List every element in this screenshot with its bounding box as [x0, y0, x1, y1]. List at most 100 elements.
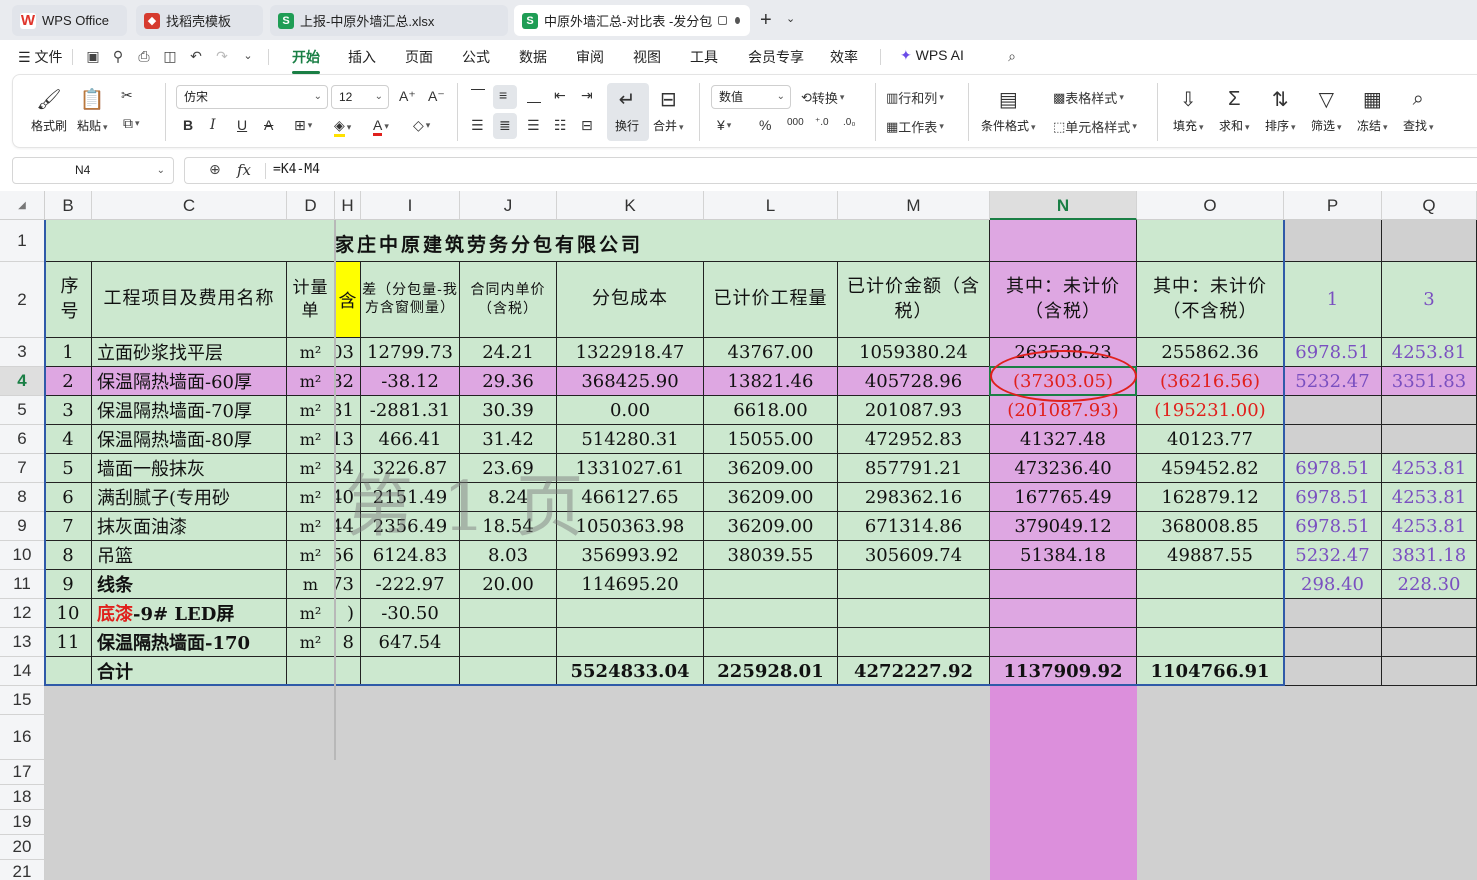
row-header-5[interactable]: 5	[0, 396, 45, 425]
row-header-12[interactable]: 12	[0, 599, 45, 628]
sheet-title-cell[interactable]: 家庄中原建筑劳务分包有限公司	[45, 220, 990, 262]
tab-member[interactable]: 会员专享	[748, 47, 804, 67]
tab-data[interactable]: 数据	[519, 47, 547, 67]
cell-m6[interactable]: 472952.83	[838, 425, 990, 454]
format-painter-button[interactable]: 🖌 格式刷	[31, 85, 67, 134]
cell-item7[interactable]: 墙面一般抹灰	[92, 454, 287, 483]
cell-unit3[interactable]: m²	[287, 338, 335, 367]
cell-q5[interactable]	[1382, 396, 1477, 425]
tab-wps-office[interactable]: W WPS Office	[12, 5, 127, 36]
wrap-button[interactable]: ↵ 换行	[613, 85, 641, 134]
cell-n9[interactable]: 379049.12	[990, 512, 1137, 541]
font-color-button[interactable]: A ▾	[373, 117, 389, 136]
cell-n13[interactable]	[990, 628, 1137, 657]
cell-item8[interactable]: 满刮腻子(专用砂	[92, 483, 287, 512]
align-middle-icon[interactable]: ≡	[499, 87, 507, 103]
currency-button[interactable]: ¥ ▾	[717, 117, 731, 133]
cut-icon[interactable]: ✂	[121, 87, 133, 104]
cell-n8[interactable]: 167765.49	[990, 483, 1137, 512]
cell-k9[interactable]: 1050363.98	[557, 512, 704, 541]
cell-item13[interactable]: 保温隔热墙面-170	[92, 628, 287, 657]
header-o[interactable]: 其中：未计价（不含税）	[1137, 262, 1284, 338]
column-header-h[interactable]: H	[335, 191, 361, 220]
total-j[interactable]	[460, 657, 557, 686]
cell-q3[interactable]: 4253.81	[1382, 338, 1477, 367]
row-header-1[interactable]: 1	[0, 220, 45, 262]
cell-o1[interactable]	[1137, 220, 1284, 262]
header-h[interactable]: 含	[335, 262, 361, 338]
cell-n5[interactable]: (201087.93)	[990, 396, 1137, 425]
column-header-c[interactable]: C	[92, 191, 287, 220]
cell-k8[interactable]: 466127.65	[557, 483, 704, 512]
cell-p6[interactable]	[1284, 425, 1382, 454]
row-header-19[interactable]: 19	[0, 810, 45, 835]
column-header-o[interactable]: O	[1137, 191, 1284, 220]
number-format-select[interactable]: 数值 ⌄	[711, 85, 791, 109]
name-box[interactable]: N4 ⌄	[12, 157, 174, 184]
cell-q1[interactable]	[1382, 220, 1477, 262]
cell-o4[interactable]: (36216.56)	[1137, 367, 1284, 396]
tab-compare-file[interactable]: S 中原外墙汇总-对比表 -发分包	[514, 5, 750, 36]
cell-k7[interactable]: 1331027.61	[557, 454, 704, 483]
cell-seq7[interactable]: 5	[45, 454, 92, 483]
cell-m13[interactable]	[838, 628, 990, 657]
font-name-select[interactable]: 仿宋 ⌄	[176, 85, 328, 109]
cell-j13[interactable]	[460, 628, 557, 657]
cell-i6[interactable]: 466.41	[361, 425, 460, 454]
cell-h5[interactable]: 31	[335, 396, 361, 425]
border-button[interactable]: ⊞ ▾	[294, 117, 312, 134]
cell-item6[interactable]: 保温隔热墙面-80厚	[92, 425, 287, 454]
cell-i5[interactable]: -2881.31	[361, 396, 460, 425]
total-n[interactable]: 1137909.92	[990, 657, 1137, 686]
cell-j6[interactable]: 31.42	[460, 425, 557, 454]
column-header-n[interactable]: N	[990, 191, 1137, 220]
column-header-q[interactable]: Q	[1382, 191, 1477, 220]
distributed-icon[interactable]: ⊟	[581, 117, 593, 134]
cell-i13[interactable]: 647.54	[361, 628, 460, 657]
cell-k3[interactable]: 1322918.47	[557, 338, 704, 367]
paste-button[interactable]: 📋 粘贴 ▾	[77, 85, 108, 134]
freeze-button[interactable]: ▦ 冻结 ▾	[1357, 85, 1388, 134]
row-header-6[interactable]: 6	[0, 425, 45, 454]
font-size-select[interactable]: 12 ⌄	[331, 85, 389, 109]
row-header-15[interactable]: 15	[0, 686, 45, 715]
cell-n12[interactable]	[990, 599, 1137, 628]
cell-j5[interactable]: 30.39	[460, 396, 557, 425]
rows-cols-button[interactable]: ▥ 行和列 ▾	[886, 88, 944, 107]
cell-m7[interactable]: 857791.21	[838, 454, 990, 483]
header-seq[interactable]: 序号	[56, 262, 84, 338]
cell-q6[interactable]	[1382, 425, 1477, 454]
cell-seq13[interactable]: 11	[45, 628, 92, 657]
cell-unit5[interactable]: m²	[287, 396, 335, 425]
header-p[interactable]: 1	[1284, 262, 1382, 338]
underline-icon[interactable]: U	[237, 117, 247, 133]
cell-n1[interactable]	[990, 220, 1137, 262]
sum-button[interactable]: Σ 求和 ▾	[1219, 85, 1250, 134]
cell-p8[interactable]: 6978.51	[1284, 483, 1382, 512]
cell-p3[interactable]: 6978.51	[1284, 338, 1382, 367]
header-l[interactable]: 已计价工程量	[704, 262, 838, 338]
tab-review[interactable]: 审阅	[576, 47, 604, 67]
bold-icon[interactable]: B	[183, 117, 193, 133]
decrease-font-icon[interactable]: A⁻	[428, 88, 445, 105]
column-header-b[interactable]: B	[45, 191, 92, 220]
cell-item11[interactable]: 线条	[92, 570, 287, 599]
cell-n11[interactable]	[990, 570, 1137, 599]
cell-item10[interactable]: 吊篮	[92, 541, 287, 570]
tab-formula[interactable]: 公式	[462, 47, 490, 67]
cell-q7[interactable]: 4253.81	[1382, 454, 1477, 483]
header-q[interactable]: 3	[1382, 262, 1477, 338]
cell-item5[interactable]: 保温隔热墙面-70厚	[92, 396, 287, 425]
total-l[interactable]: 225928.01	[704, 657, 838, 686]
chevron-down-icon[interactable]: ⌄	[240, 48, 256, 64]
cell-m4[interactable]: 405728.96	[838, 367, 990, 396]
total-k[interactable]: 5524833.04	[557, 657, 704, 686]
indent-increase-icon[interactable]: ⇥	[581, 87, 593, 104]
cell-l4[interactable]: 13821.46	[704, 367, 838, 396]
wps-ai-button[interactable]: ✦ WPS AI	[900, 47, 964, 64]
cell-q10[interactable]: 3831.18	[1382, 541, 1477, 570]
row-header-21[interactable]: 21	[0, 860, 45, 880]
cell-j3[interactable]: 24.21	[460, 338, 557, 367]
tab-insert[interactable]: 插入	[348, 47, 376, 67]
cell-item3[interactable]: 立面砂浆找平层	[92, 338, 287, 367]
